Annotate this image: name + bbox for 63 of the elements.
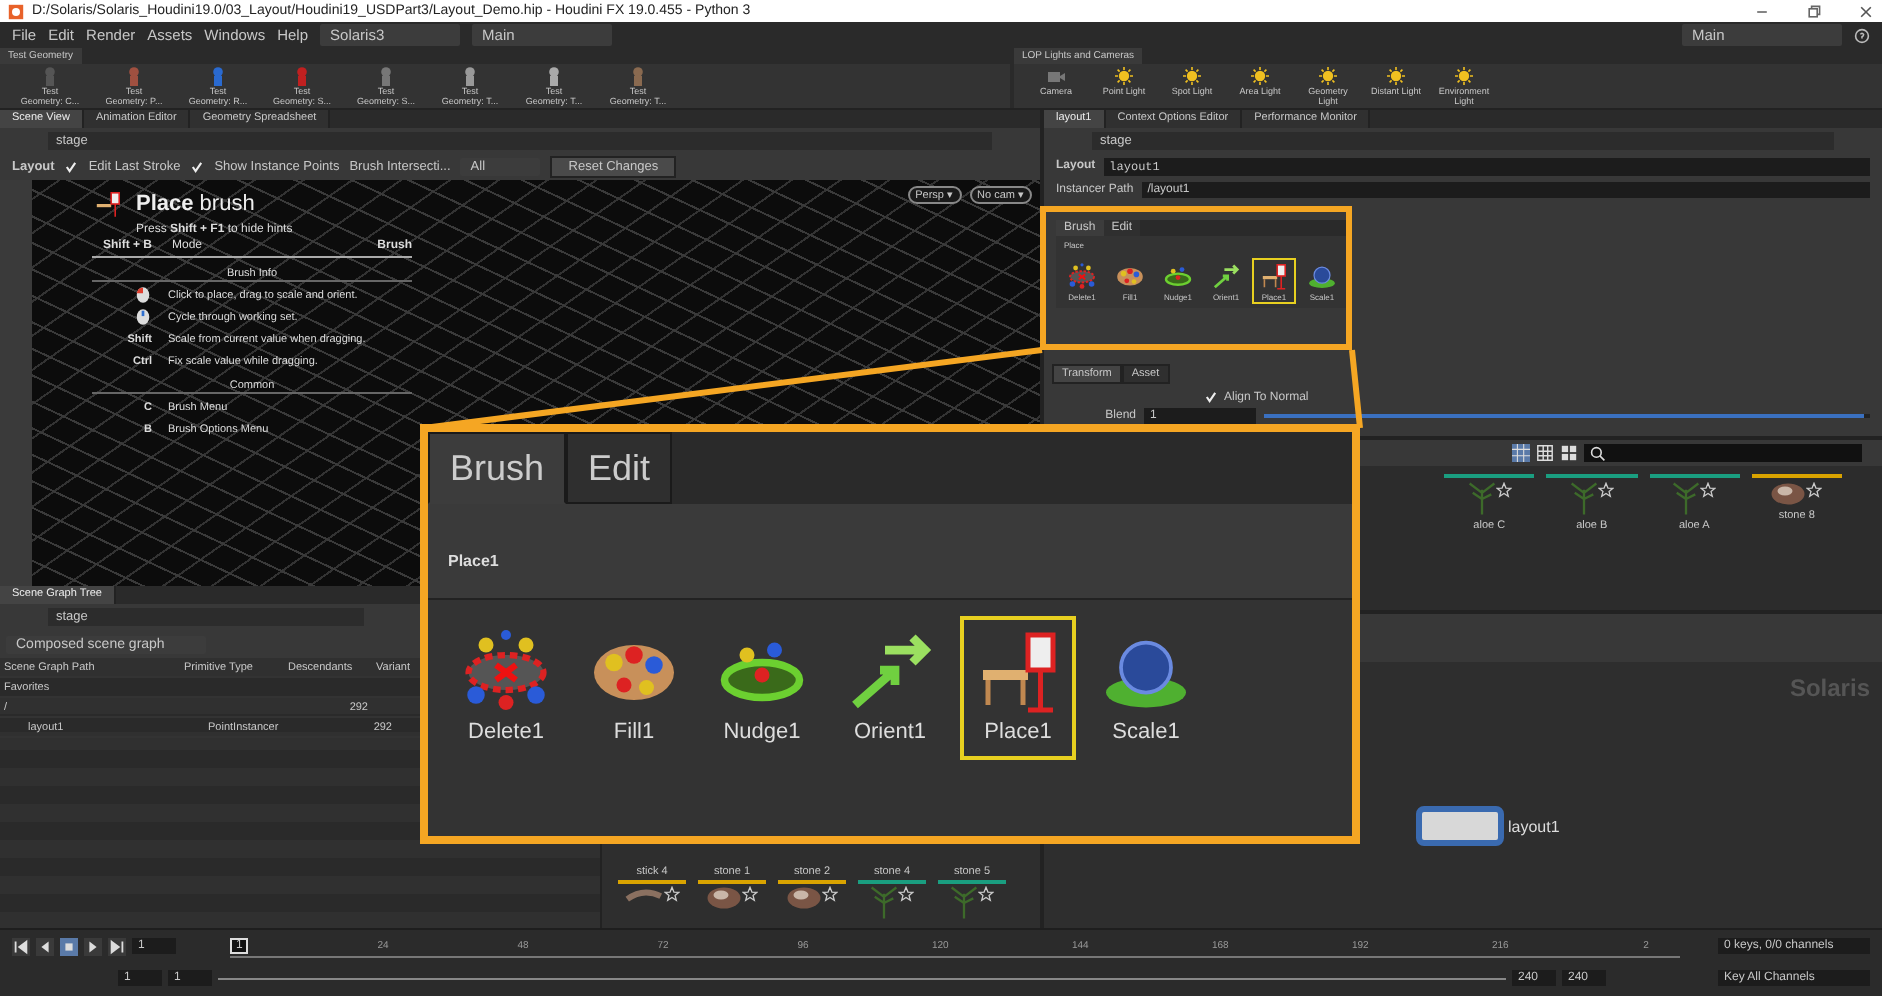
hint-title: Place brush	[136, 192, 255, 216]
sun-icon[interactable]	[1182, 66, 1202, 86]
asset-thumbnail	[1569, 482, 1598, 516]
play-icon[interactable]	[84, 937, 102, 955]
checkbox[interactable]	[190, 160, 205, 174]
asset-thumbnail	[706, 886, 742, 910]
star-icon[interactable]	[978, 886, 994, 902]
maximize-icon[interactable]	[1806, 3, 1822, 19]
brush-tile[interactable]: Delete1	[448, 616, 564, 760]
brush-tile[interactable]: Scale1	[1088, 616, 1204, 760]
brush-tile[interactable]: Fill1	[576, 616, 692, 760]
asset-thumbnail	[870, 886, 898, 920]
spheres-ring-icon	[1066, 260, 1098, 292]
star-icon[interactable]	[822, 886, 838, 902]
checkbox[interactable]	[1204, 390, 1218, 404]
skip-back-icon[interactable]	[12, 937, 30, 955]
sun-icon[interactable]	[1386, 66, 1406, 86]
brush-tab[interactable]: Brush	[428, 432, 567, 504]
star-icon[interactable]	[742, 886, 758, 902]
search-icon	[1590, 445, 1606, 461]
skip-forward-icon[interactable]	[108, 937, 126, 955]
asset-thumbnail	[1672, 482, 1701, 516]
asset-thumbnail	[1467, 482, 1496, 516]
asset-thumbnail	[950, 886, 978, 920]
asset-thumbnail	[1770, 482, 1807, 506]
brush-tile[interactable]: Place1	[960, 616, 1076, 760]
search-field[interactable]	[1584, 444, 1862, 462]
chair-icon	[92, 188, 124, 220]
mouse-icon	[134, 286, 152, 304]
figure-icon[interactable]	[208, 66, 228, 86]
stop-icon[interactable]	[60, 937, 78, 955]
help-icon[interactable]	[1854, 27, 1870, 43]
figure-icon[interactable]	[376, 66, 396, 86]
mouse-icon	[134, 308, 152, 326]
sun-icon[interactable]	[1318, 66, 1338, 86]
arrows-icon	[1210, 260, 1242, 292]
brush-tile[interactable]: Orient1	[832, 616, 948, 760]
figure-icon[interactable]	[544, 66, 564, 86]
asset-thumbnail	[624, 886, 664, 902]
sun-icon[interactable]	[1114, 66, 1134, 86]
grid-view-icon[interactable]	[1560, 444, 1578, 462]
asset-thumbnail	[786, 886, 822, 910]
grid-view-icon[interactable]	[1536, 444, 1554, 462]
sun-icon[interactable]	[1454, 66, 1474, 86]
figure-icon[interactable]	[628, 66, 648, 86]
star-icon[interactable]	[1495, 482, 1512, 498]
brush-tile[interactable]: Nudge1	[704, 616, 820, 760]
star-icon[interactable]	[898, 886, 914, 902]
figure-icon[interactable]	[460, 66, 480, 86]
brush-tab[interactable]: Edit	[566, 432, 673, 504]
star-icon[interactable]	[664, 886, 680, 902]
preset-label: Place1	[446, 550, 501, 574]
camera-icon[interactable]	[1046, 66, 1066, 86]
chair-icon	[1258, 260, 1290, 292]
play-reverse-icon[interactable]	[36, 937, 54, 955]
star-icon[interactable]	[1597, 482, 1614, 498]
sun-icon[interactable]	[1250, 66, 1270, 86]
checkbox[interactable]	[64, 160, 79, 174]
close-icon[interactable]	[1858, 3, 1874, 19]
star-icon[interactable]	[1700, 482, 1717, 498]
network-node[interactable]	[1416, 806, 1504, 846]
star-icon[interactable]	[1806, 482, 1823, 498]
node-label: layout1	[1508, 817, 1560, 835]
